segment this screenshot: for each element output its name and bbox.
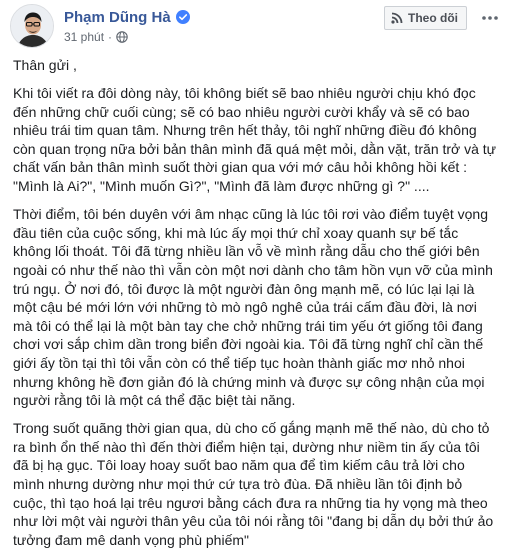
author-row: Phạm Dũng Hà: [64, 7, 190, 27]
follow-button-label: Theo dõi: [408, 11, 458, 25]
post-meta: 31 phút ·: [64, 29, 128, 45]
post-body: Thân gửi , Khi tôi viết ra đôi dòng này,…: [13, 56, 497, 549]
post-paragraph: Trong suốt quãng thời gian qua, dù cho c…: [13, 420, 494, 548]
rss-icon: [391, 12, 403, 24]
follow-button[interactable]: Theo dõi: [384, 6, 467, 30]
meta-separator: ·: [108, 30, 113, 44]
post-timestamp[interactable]: 31 phút: [64, 30, 104, 44]
post-paragraph: Khi tôi viết ra đôi dòng này, tôi không …: [13, 85, 497, 195]
verified-badge-icon: [175, 10, 190, 24]
post-paragraph: Thân gửi ,: [13, 57, 77, 73]
post-header: Phạm Dũng Hà 31 phút · Theo dõi: [10, 4, 500, 48]
author-name[interactable]: Phạm Dũng Hà: [64, 9, 171, 26]
more-options-icon[interactable]: [480, 8, 500, 28]
globe-icon[interactable]: [116, 31, 128, 43]
post-paragraph: Thời điểm, tôi bén duyên với âm nhạc cũn…: [13, 206, 493, 409]
avatar-portrait: [11, 5, 53, 47]
avatar[interactable]: [10, 4, 54, 48]
